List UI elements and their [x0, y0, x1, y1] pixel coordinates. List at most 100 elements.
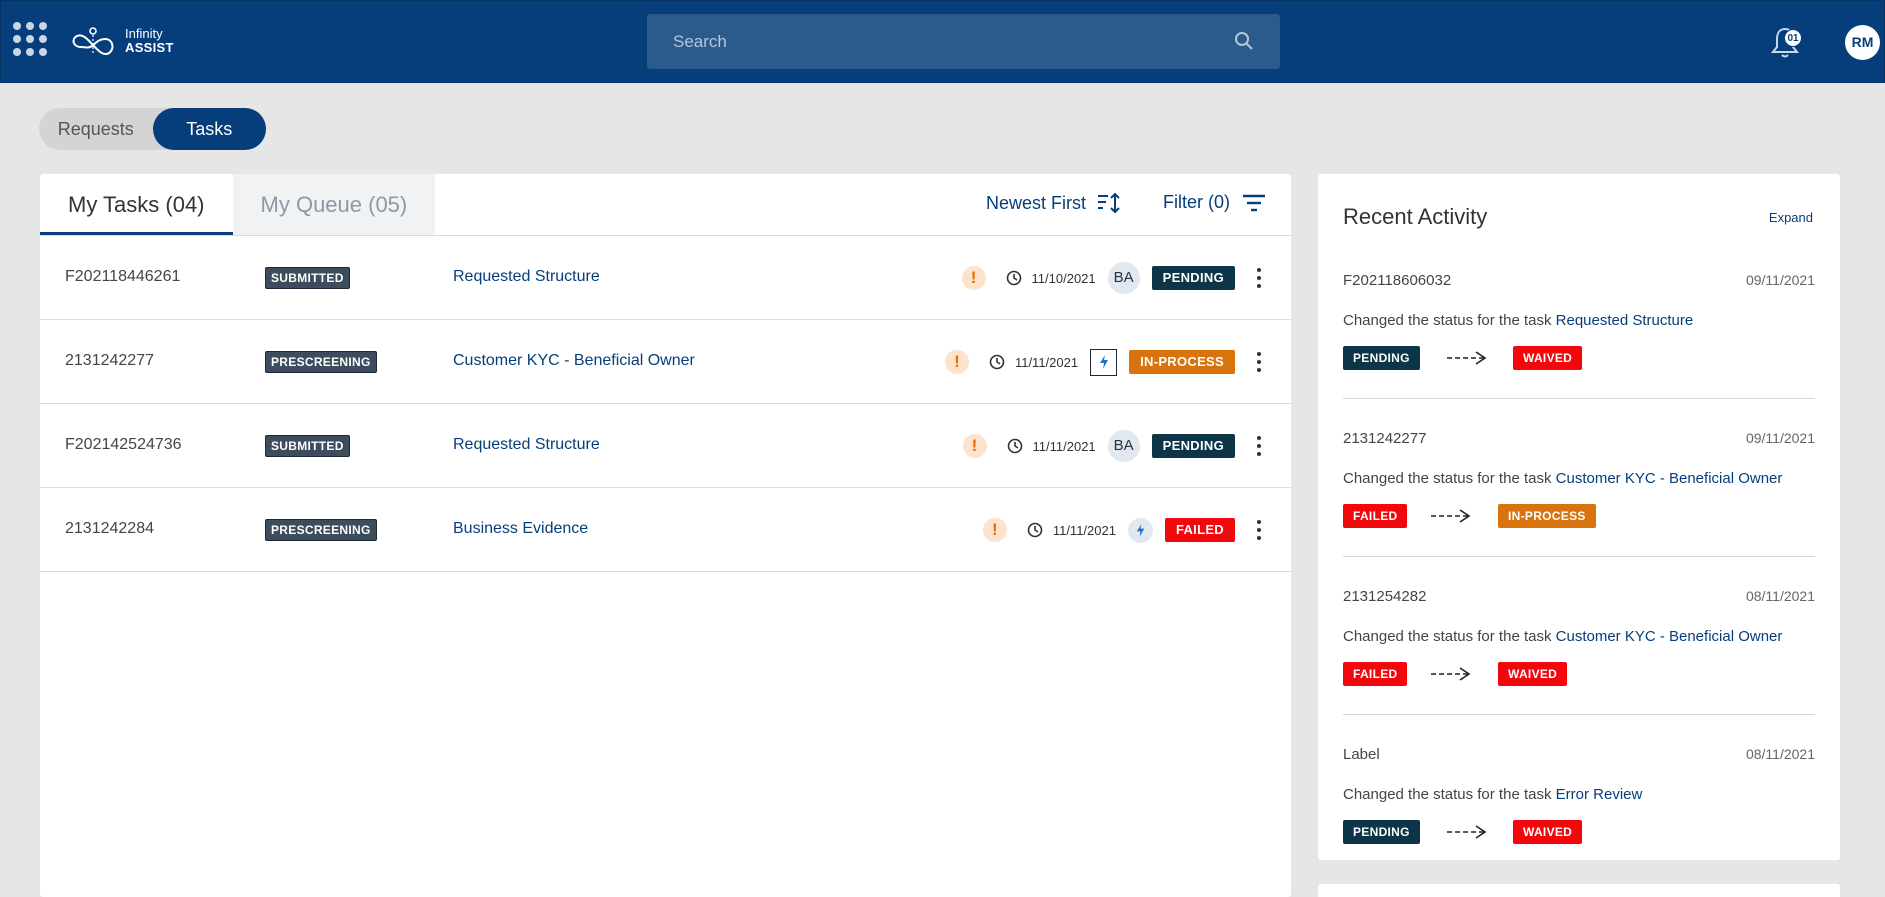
- activity-task-link[interactable]: Error Review: [1556, 786, 1643, 803]
- more-options-icon[interactable]: [1257, 520, 1263, 540]
- search-input[interactable]: [647, 31, 1207, 52]
- notifications-button[interactable]: 01: [1770, 25, 1804, 61]
- task-row[interactable]: 2131242277 PRESCREENING Customer KYC - B…: [40, 320, 1291, 404]
- task-row[interactable]: F202142524736 SUBMITTED Requested Struct…: [40, 404, 1291, 488]
- from-status-badge: PENDING: [1343, 820, 1420, 844]
- activity-item: 2131242277 09/11/2021 Changed the status…: [1343, 430, 1815, 588]
- arrow-right-icon: [1447, 351, 1487, 365]
- from-status-badge: FAILED: [1343, 662, 1408, 686]
- notification-count-badge: 01: [1784, 29, 1802, 47]
- warning-icon: !: [961, 266, 986, 290]
- more-options-icon[interactable]: [1257, 268, 1263, 288]
- infinity-assist-logo[interactable]: Infinity ASSIST: [67, 21, 174, 61]
- search-bar: [647, 14, 1280, 69]
- status-badge: IN-PROCESS: [1129, 350, 1235, 374]
- status-badge: PENDING: [1151, 434, 1235, 458]
- recent-activity-panel: Recent Activity Expand F202118606032 09/…: [1318, 174, 1840, 860]
- divider: [1343, 398, 1815, 399]
- logo-line-1: Infinity: [125, 26, 163, 41]
- assignee-avatar[interactable]: BA: [1107, 262, 1140, 294]
- warning-icon: !: [962, 434, 987, 458]
- task-name-link[interactable]: Requested Structure: [453, 268, 600, 286]
- activity-id: 2131254282: [1343, 588, 1427, 605]
- tasks-panel: My Tasks (04) My Queue (05) Newest First…: [40, 174, 1291, 897]
- activity-task-link[interactable]: Requested Structure: [1556, 312, 1694, 329]
- sort-icon: [1098, 192, 1120, 214]
- to-status-badge: WAIVED: [1498, 662, 1568, 686]
- clock-icon: [1006, 270, 1021, 286]
- auto-assign-button[interactable]: [1090, 348, 1118, 376]
- activity-description: Changed the status for the task: [1343, 628, 1552, 645]
- tasks-toggle-option[interactable]: Tasks: [152, 108, 266, 150]
- search-icon[interactable]: [1234, 31, 1254, 51]
- tab-my-tasks[interactable]: My Tasks (04): [40, 174, 233, 235]
- secondary-card: [1318, 884, 1840, 897]
- due-date: 11/11/2021: [1032, 438, 1096, 454]
- activity-item: Label 08/11/2021 Changed the status for …: [1343, 746, 1815, 897]
- recent-activity-title: Recent Activity: [1343, 204, 1488, 229]
- activity-id: Label: [1343, 746, 1380, 763]
- stage-badge: SUBMITTED: [265, 435, 350, 457]
- tab-my-queue[interactable]: My Queue (05): [232, 174, 436, 235]
- more-options-icon[interactable]: [1257, 436, 1263, 456]
- task-name-link[interactable]: Customer KYC - Beneficial Owner: [453, 352, 695, 370]
- clock-icon: [989, 354, 1005, 370]
- to-status-badge: WAIVED: [1513, 346, 1583, 370]
- expand-link[interactable]: Expand: [1769, 210, 1813, 225]
- task-id: F202118446261: [65, 268, 181, 285]
- warning-icon: !: [944, 350, 969, 374]
- activity-date: 08/11/2021: [1745, 588, 1815, 604]
- task-row[interactable]: F202118446261 SUBMITTED Requested Struct…: [40, 236, 1291, 320]
- filter-label: Filter (0): [1163, 192, 1230, 212]
- to-status-badge: WAIVED: [1513, 820, 1583, 844]
- lightning-icon: [1099, 355, 1108, 369]
- due-date: 11/11/2021: [1052, 522, 1116, 538]
- arrow-right-icon: [1431, 509, 1471, 523]
- auto-assign-button[interactable]: [1127, 517, 1153, 543]
- filter-icon: [1243, 194, 1265, 211]
- requests-tasks-toggle: Requests Tasks: [39, 108, 266, 150]
- status-badge: PENDING: [1151, 266, 1235, 290]
- activity-item: F202118606032 09/11/2021 Changed the sta…: [1343, 272, 1815, 430]
- sort-button[interactable]: Newest First: [986, 192, 1120, 214]
- activity-date: 08/11/2021: [1745, 746, 1815, 762]
- task-id: F202142524736: [65, 436, 182, 453]
- app-grid-icon[interactable]: [13, 22, 51, 60]
- divider: [1343, 556, 1815, 557]
- clock-icon: [1027, 522, 1043, 538]
- user-avatar[interactable]: RM: [1845, 25, 1880, 60]
- arrow-right-icon: [1431, 667, 1471, 681]
- requests-toggle-option[interactable]: Requests: [39, 108, 153, 150]
- activity-description: Changed the status for the task: [1343, 312, 1552, 329]
- activity-date: 09/11/2021: [1745, 430, 1815, 446]
- stage-badge: PRESCREENING: [265, 519, 377, 541]
- status-badge: FAILED: [1164, 518, 1235, 542]
- activity-task-link[interactable]: Customer KYC - Beneficial Owner: [1556, 628, 1783, 645]
- lightning-icon: [1136, 523, 1145, 537]
- to-status-badge: IN-PROCESS: [1498, 504, 1596, 528]
- clock-icon: [1007, 438, 1022, 454]
- task-id: 2131242284: [65, 520, 154, 537]
- assignee-avatar[interactable]: BA: [1107, 430, 1140, 462]
- due-date: 11/11/2021: [1014, 354, 1079, 370]
- task-name-link[interactable]: Requested Structure: [453, 436, 600, 454]
- task-id: 2131242277: [65, 352, 154, 369]
- logo-line-2: ASSIST: [125, 40, 174, 55]
- activity-task-link[interactable]: Customer KYC - Beneficial Owner: [1556, 470, 1783, 487]
- due-date: 11/10/2021: [1031, 270, 1096, 286]
- filter-button[interactable]: Filter (0): [1163, 192, 1266, 213]
- more-options-icon[interactable]: [1257, 352, 1263, 372]
- sort-label: Newest First: [986, 192, 1087, 213]
- task-name-link[interactable]: Business Evidence: [453, 520, 588, 538]
- stage-badge: SUBMITTED: [265, 267, 350, 289]
- task-row[interactable]: 2131242284 PRESCREENING Business Evidenc…: [40, 488, 1291, 572]
- activity-item: 2131254282 08/11/2021 Changed the status…: [1343, 588, 1815, 746]
- activity-id: F202118606032: [1343, 272, 1452, 289]
- stage-badge: PRESCREENING: [265, 351, 377, 373]
- warning-icon: !: [982, 518, 1007, 542]
- from-status-badge: FAILED: [1343, 504, 1408, 528]
- activity-description: Changed the status for the task: [1343, 786, 1552, 803]
- activity-description: Changed the status for the task: [1343, 470, 1552, 487]
- from-status-badge: PENDING: [1343, 346, 1420, 370]
- activity-id: 2131242277: [1343, 430, 1427, 447]
